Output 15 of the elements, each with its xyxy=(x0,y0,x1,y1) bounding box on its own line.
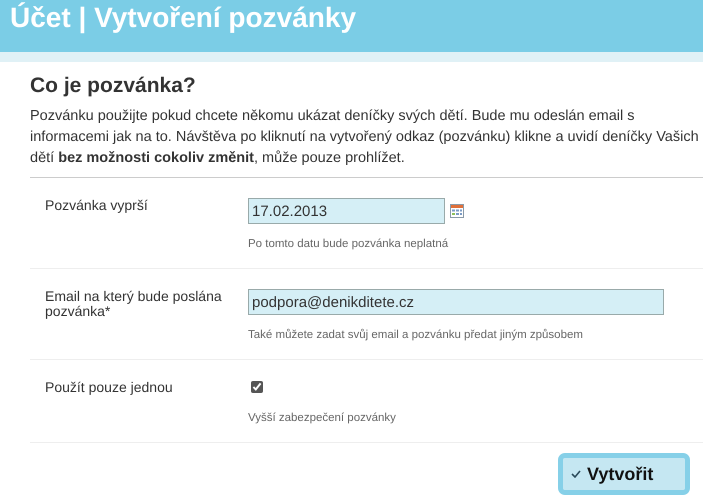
field-hint: Vyšší zabezpečení pozvánky xyxy=(248,412,397,424)
field-label: Email na který bude poslána pozvánka* xyxy=(45,289,223,319)
field-hint: Po tomto datu bude pozvánka neplatná xyxy=(248,238,450,250)
page-title: Účet | Vytvoření pozvánky xyxy=(10,1,358,36)
field-hint: Také můžete zadat svůj email a pozvánku předat jiným způsobem xyxy=(248,329,584,341)
section-heading: Co je pozvánka? xyxy=(30,74,197,98)
field-label: Pozvánka vyprší xyxy=(45,198,149,213)
checkbox[interactable] xyxy=(251,381,263,393)
check-icon xyxy=(571,470,581,478)
field-label: Použít pouze jednou xyxy=(45,380,174,395)
create-button[interactable]: Vytvořit xyxy=(558,453,690,495)
email-field[interactable]: podpora@denikditete.cz xyxy=(248,289,664,315)
calendar-icon[interactable] xyxy=(450,204,464,218)
date-field[interactable]: 17.02.2013 xyxy=(248,198,445,224)
intro-paragraph: Pozvánku použijte pokud chcete někomu ukázat deníčky svých dětí. Bude mu odeslán email s informacemi jak na to. Návštěva po kliknutí na vytvořený odkaz (pozvánku) klikne a uvidí deníčky Vašich dětí bez možnosti cokoliv změnit, může pouze prohlížet. xyxy=(30,106,703,178)
